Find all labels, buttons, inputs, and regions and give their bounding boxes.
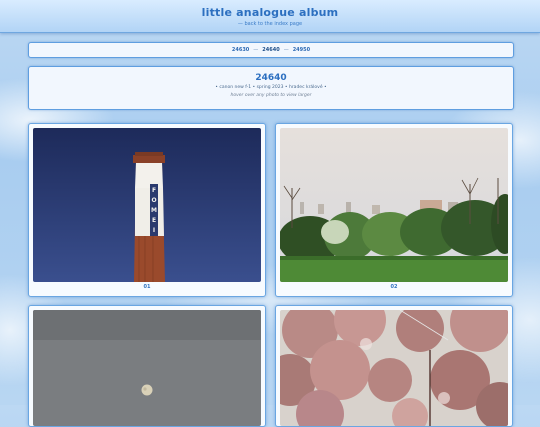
roll-info-panel: 24640 • canon new f-1 • spring 2023 • hr… bbox=[28, 66, 514, 110]
photo-caption[interactable]: 01 bbox=[29, 284, 265, 290]
photo-caption[interactable]: 02 bbox=[276, 284, 512, 290]
chimney-letter-f: F bbox=[152, 187, 156, 194]
photo-card[interactable] bbox=[275, 305, 513, 427]
chimney-letter-e: E bbox=[152, 217, 156, 224]
chimney-letter-i: I bbox=[153, 227, 155, 234]
photo-card[interactable]: 02 bbox=[275, 123, 513, 297]
roll-meta: • canon new f-1 • spring 2023 • hradec k… bbox=[215, 85, 327, 90]
nav-separator: — bbox=[283, 47, 289, 53]
photo-card[interactable] bbox=[28, 305, 266, 427]
photo-thumbnail[interactable] bbox=[280, 128, 508, 282]
site-header: little analogue album — back to the inde… bbox=[0, 0, 540, 33]
landscape-photo bbox=[280, 128, 508, 282]
nav-current: 24640 bbox=[262, 47, 280, 53]
chimney-letter-m: M bbox=[151, 207, 157, 214]
roll-navigation: 24630 —24640— 24950 bbox=[28, 42, 514, 58]
moon-photo bbox=[33, 310, 261, 426]
photo-thumbnail[interactable] bbox=[33, 310, 261, 426]
chimney-letter-o: O bbox=[151, 197, 156, 204]
site-title[interactable]: little analogue album bbox=[0, 6, 540, 19]
chimney-photo: F O M E I bbox=[33, 128, 261, 282]
back-to-index-link[interactable]: — back to the index page bbox=[0, 21, 540, 27]
photo-thumbnail[interactable]: F O M E I bbox=[33, 128, 261, 282]
roll-title: 24640 bbox=[255, 73, 287, 83]
blossom-photo bbox=[280, 310, 508, 426]
hover-hint: hover over any photo to view larger bbox=[230, 93, 312, 98]
nav-prev-link[interactable]: 24630 bbox=[232, 47, 249, 53]
photo-thumbnail[interactable] bbox=[280, 310, 508, 426]
photo-card[interactable]: F O M E I 01 bbox=[28, 123, 266, 297]
nav-next-link[interactable]: 24950 bbox=[293, 47, 310, 53]
nav-separator: — bbox=[253, 47, 259, 53]
